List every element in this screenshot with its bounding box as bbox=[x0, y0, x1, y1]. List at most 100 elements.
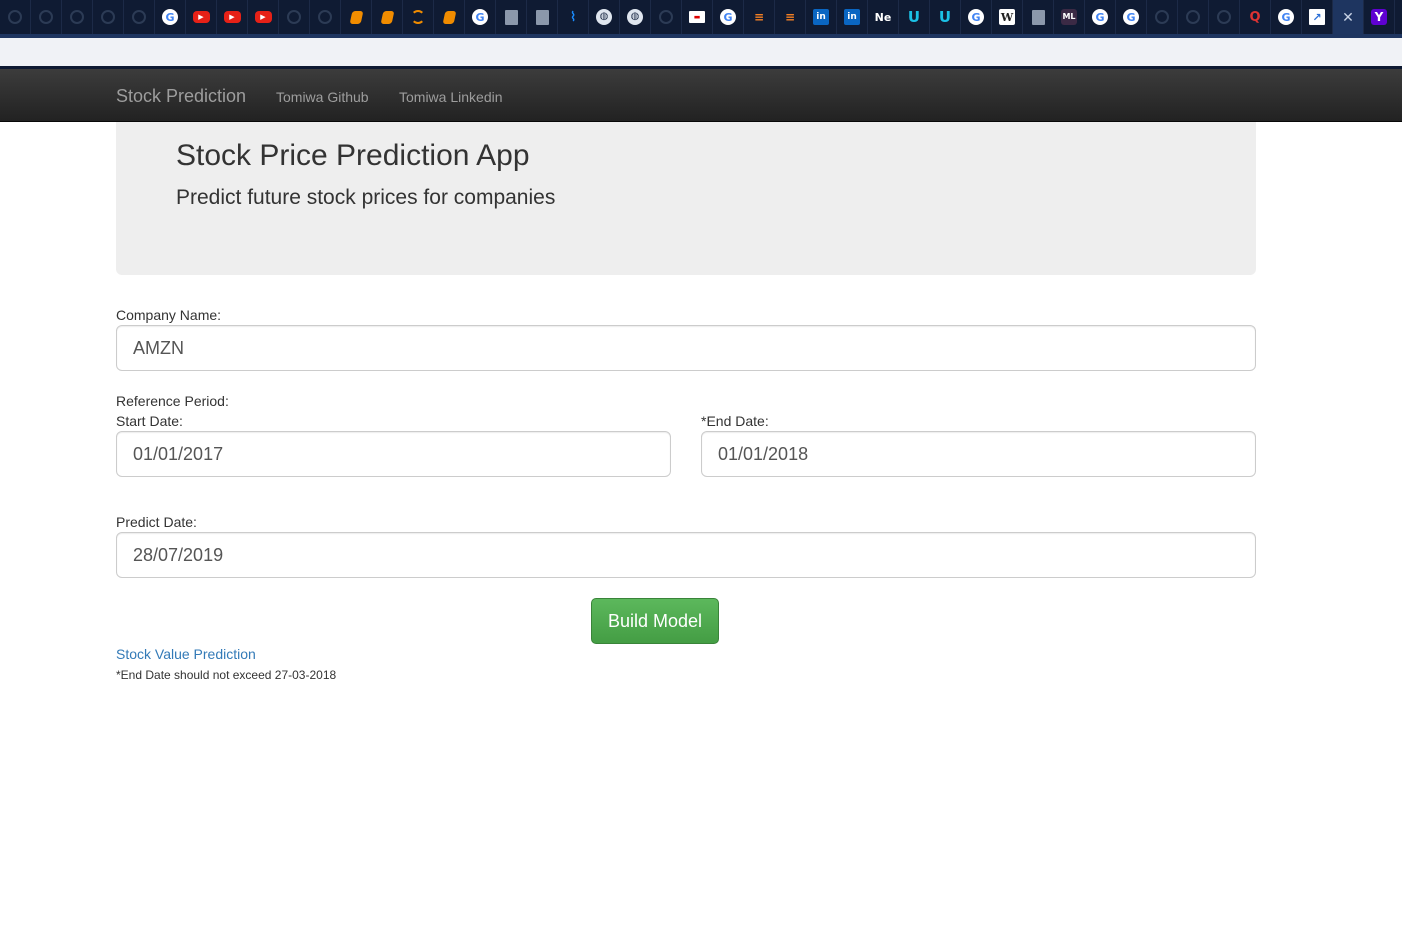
start-date-label: Start Date: bbox=[116, 413, 183, 429]
browser-tab[interactable]: Q bbox=[1240, 0, 1271, 34]
browser-tab[interactable]: ▶ bbox=[186, 0, 217, 34]
browser-tab[interactable]: in bbox=[806, 0, 837, 34]
google-icon: G bbox=[1123, 9, 1139, 25]
close-icon[interactable]: ✕ bbox=[1342, 9, 1354, 26]
google-icon: G bbox=[162, 9, 178, 25]
browser-tab[interactable] bbox=[124, 0, 155, 34]
build-model-button[interactable]: Build Model bbox=[591, 598, 719, 644]
browser-tab[interactable] bbox=[372, 0, 403, 34]
stackoverflow-icon: ≡ bbox=[784, 10, 796, 24]
predict-date-label: Predict Date: bbox=[116, 514, 197, 530]
browser-tab[interactable]: G bbox=[961, 0, 992, 34]
yahoo-icon: Y bbox=[1371, 9, 1387, 25]
book-icon bbox=[349, 10, 363, 24]
stock-value-prediction-link[interactable]: Stock Value Prediction bbox=[116, 646, 256, 662]
ml-icon: ML bbox=[1061, 9, 1077, 25]
reference-period-label: Reference Period: bbox=[116, 393, 229, 409]
github-icon bbox=[287, 10, 301, 24]
google-icon: G bbox=[968, 9, 984, 25]
browser-tab[interactable] bbox=[279, 0, 310, 34]
browser-tab[interactable] bbox=[496, 0, 527, 34]
loader-icon bbox=[411, 10, 425, 24]
navbar: Stock Prediction Tomiwa Github Tomiwa Li… bbox=[0, 69, 1402, 122]
company-name-label: Company Name: bbox=[116, 307, 222, 323]
youtube-icon: ▶ bbox=[254, 11, 272, 23]
browser-tab[interactable]: G bbox=[1116, 0, 1147, 34]
browser-tab[interactable]: ◍ bbox=[620, 0, 651, 34]
browser-tab[interactable]: U bbox=[899, 0, 930, 34]
browser-tab[interactable] bbox=[1147, 0, 1178, 34]
browser-tab[interactable] bbox=[62, 0, 93, 34]
red-banner-icon: ▬ bbox=[689, 11, 705, 23]
document-icon bbox=[535, 9, 549, 25]
github-icon bbox=[132, 10, 146, 24]
github-icon bbox=[8, 10, 22, 24]
browser-tab[interactable] bbox=[651, 0, 682, 34]
browser-tab[interactable]: G bbox=[1085, 0, 1116, 34]
browser-toolbar bbox=[0, 38, 1402, 66]
linkedin-icon: in bbox=[844, 9, 860, 25]
browser-tab[interactable]: G bbox=[713, 0, 744, 34]
browser-tab[interactable] bbox=[93, 0, 124, 34]
udacity-icon: U bbox=[938, 7, 952, 26]
browser-tab[interactable] bbox=[0, 0, 31, 34]
github-icon bbox=[39, 10, 53, 24]
browser-tab[interactable] bbox=[1023, 0, 1054, 34]
browser-tab[interactable]: ≡ bbox=[775, 0, 806, 34]
end-date-note: *End Date should not exceed 27-03-2018 bbox=[116, 668, 337, 682]
end-date-input[interactable]: 01/01/2018 bbox=[701, 431, 1256, 477]
browser-tab[interactable]: ✕ bbox=[1333, 0, 1364, 34]
jumbotron: Stock Price Prediction App Predict futur… bbox=[116, 122, 1256, 275]
chart-icon: ⌇ bbox=[569, 9, 577, 25]
browser-tab[interactable] bbox=[403, 0, 434, 34]
browser-tab[interactable]: ◍ bbox=[589, 0, 620, 34]
document-icon bbox=[504, 9, 518, 25]
nav-link-linkedin[interactable]: Tomiwa Linkedin bbox=[399, 89, 503, 105]
browser-tab[interactable]: ML bbox=[1054, 0, 1085, 34]
browser-tab[interactable]: U bbox=[930, 0, 961, 34]
browser-tab[interactable]: ▶ bbox=[217, 0, 248, 34]
browser-tab[interactable]: Ne bbox=[868, 0, 899, 34]
stackoverflow-icon: ≡ bbox=[753, 10, 765, 24]
trend-icon: ↗ bbox=[1309, 9, 1325, 25]
browser-tab[interactable] bbox=[434, 0, 465, 34]
github-icon bbox=[1186, 10, 1200, 24]
browser-tab[interactable]: in bbox=[837, 0, 868, 34]
browser-tab[interactable] bbox=[310, 0, 341, 34]
nav-link-github[interactable]: Tomiwa Github bbox=[276, 89, 369, 105]
browser-tab[interactable] bbox=[527, 0, 558, 34]
start-date-input[interactable]: 01/01/2017 bbox=[116, 431, 671, 477]
document-icon bbox=[1031, 9, 1045, 25]
browser-tab-strip: G ▶ ▶ ▶ G ⌇ ◍ ◍ ▬ G ≡ ≡ in in Ne U U G W ML G G Q G ↗ ✕ Y bbox=[0, 0, 1402, 34]
github-icon bbox=[101, 10, 115, 24]
google-icon: G bbox=[1278, 9, 1294, 25]
google-icon: G bbox=[1092, 9, 1108, 25]
browser-tab[interactable]: G bbox=[465, 0, 496, 34]
browser-tab[interactable]: ▬ bbox=[682, 0, 713, 34]
navbar-brand[interactable]: Stock Prediction bbox=[116, 86, 246, 107]
browser-tab[interactable]: W bbox=[992, 0, 1023, 34]
book-icon bbox=[380, 10, 394, 24]
wikipedia-icon: W bbox=[999, 9, 1015, 25]
browser-tab[interactable] bbox=[1178, 0, 1209, 34]
github-icon bbox=[1155, 10, 1169, 24]
browser-tab[interactable] bbox=[341, 0, 372, 34]
google-icon: G bbox=[472, 9, 488, 25]
browser-tab[interactable] bbox=[1209, 0, 1240, 34]
browser-tab[interactable]: ▶ bbox=[248, 0, 279, 34]
browser-tab[interactable]: ↗ bbox=[1302, 0, 1333, 34]
github-icon bbox=[70, 10, 84, 24]
company-name-input[interactable]: AMZN bbox=[116, 325, 1256, 371]
browser-tab[interactable] bbox=[31, 0, 62, 34]
predict-date-input[interactable]: 28/07/2019 bbox=[116, 532, 1256, 578]
browser-tab[interactable]: Y bbox=[1364, 0, 1395, 34]
page-title: Stock Price Prediction App bbox=[176, 139, 530, 172]
browser-tab[interactable]: G bbox=[1271, 0, 1302, 34]
globe-icon: ◍ bbox=[627, 9, 643, 25]
ne-icon: Ne bbox=[874, 10, 892, 24]
browser-tab[interactable]: ⌇ bbox=[558, 0, 589, 34]
github-icon bbox=[318, 10, 332, 24]
browser-tab[interactable]: G bbox=[155, 0, 186, 34]
browser-tab[interactable]: ≡ bbox=[744, 0, 775, 34]
udacity-icon: U bbox=[907, 7, 921, 26]
